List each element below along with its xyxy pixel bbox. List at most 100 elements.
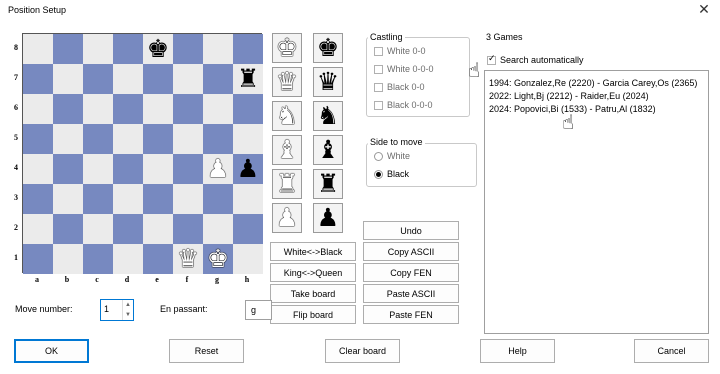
square-b2[interactable] — [53, 214, 83, 244]
square-b7[interactable] — [53, 64, 83, 94]
copy-ascii-button[interactable]: Copy ASCII — [363, 242, 459, 261]
white-queen-icon[interactable]: ♛ — [177, 244, 199, 274]
square-d8[interactable] — [113, 34, 143, 64]
palette-white-king[interactable]: ♚ — [272, 33, 302, 63]
square-a3[interactable] — [23, 184, 53, 214]
square-h2[interactable] — [233, 214, 263, 244]
square-b4[interactable] — [53, 154, 83, 184]
square-h4[interactable]: ♟ — [233, 154, 263, 184]
palette-white-bishop[interactable]: ♝ — [272, 135, 302, 165]
square-g6[interactable] — [203, 94, 233, 124]
square-b8[interactable] — [53, 34, 83, 64]
square-c6[interactable] — [83, 94, 113, 124]
square-a1[interactable] — [23, 244, 53, 274]
square-h1[interactable] — [233, 244, 263, 274]
square-h7[interactable]: ♜ — [233, 64, 263, 94]
move-number-value[interactable]: 1 — [104, 304, 109, 314]
checkbox-icon[interactable] — [374, 46, 383, 56]
take-board-button[interactable]: Take board — [270, 284, 356, 303]
list-item[interactable]: 2022: Light,Bj (2212) - Raider,Eu (2024) — [489, 91, 649, 101]
square-d2[interactable] — [113, 214, 143, 244]
checkbox-checked-icon[interactable]: ✓ — [487, 54, 496, 65]
square-d5[interactable] — [113, 124, 143, 154]
search-automatically-checkbox[interactable]: ✓ Search automatically — [487, 54, 584, 65]
radio-icon[interactable] — [374, 151, 383, 161]
castling-black-short[interactable]: Black 0-0 — [374, 82, 425, 92]
en-passant-field[interactable]: g — [245, 300, 272, 320]
chess-board[interactable]: ♚ ♜ ♟ ♟ ♛ ♚ — [22, 33, 263, 274]
square-c8[interactable] — [83, 34, 113, 64]
square-c7[interactable] — [83, 64, 113, 94]
square-f7[interactable] — [173, 64, 203, 94]
ok-button[interactable]: OK — [14, 339, 89, 363]
paste-ascii-button[interactable]: Paste ASCII — [363, 284, 459, 303]
square-a5[interactable] — [23, 124, 53, 154]
white-king-icon[interactable]: ♚ — [207, 244, 229, 274]
square-f1[interactable]: ♛ — [173, 244, 203, 274]
square-b3[interactable] — [53, 184, 83, 214]
square-g8[interactable] — [203, 34, 233, 64]
castling-white-long[interactable]: White 0-0-0 — [374, 64, 434, 74]
square-e2[interactable] — [143, 214, 173, 244]
square-b1[interactable] — [53, 244, 83, 274]
palette-white-pawn[interactable]: ♟ — [272, 203, 302, 233]
square-b5[interactable] — [53, 124, 83, 154]
checkbox-icon[interactable] — [374, 64, 383, 74]
square-b6[interactable] — [53, 94, 83, 124]
checkbox-icon[interactable] — [374, 82, 383, 92]
square-a7[interactable] — [23, 64, 53, 94]
paste-fen-button[interactable]: Paste FEN — [363, 305, 459, 324]
square-a6[interactable] — [23, 94, 53, 124]
close-icon[interactable]: ✕ — [694, 1, 714, 17]
square-f5[interactable] — [173, 124, 203, 154]
palette-black-bishop[interactable]: ♝ — [313, 135, 343, 165]
square-c3[interactable] — [83, 184, 113, 214]
square-g4[interactable]: ♟ — [203, 154, 233, 184]
spin-arrows-icon[interactable]: ▲ ▼ — [122, 300, 133, 320]
palette-black-king[interactable]: ♚ — [313, 33, 343, 63]
square-d1[interactable] — [113, 244, 143, 274]
square-f6[interactable] — [173, 94, 203, 124]
undo-button[interactable]: Undo — [363, 221, 459, 240]
square-g2[interactable] — [203, 214, 233, 244]
palette-white-queen[interactable]: ♛ — [272, 67, 302, 97]
square-d7[interactable] — [113, 64, 143, 94]
square-d6[interactable] — [113, 94, 143, 124]
white-black-swap-button[interactable]: White<->Black — [270, 242, 356, 261]
black-pawn-icon[interactable]: ♟ — [237, 154, 259, 184]
square-e5[interactable] — [143, 124, 173, 154]
square-g7[interactable] — [203, 64, 233, 94]
square-c4[interactable] — [83, 154, 113, 184]
square-e1[interactable] — [143, 244, 173, 274]
palette-white-rook[interactable]: ♜ — [272, 169, 302, 199]
copy-fen-button[interactable]: Copy FEN — [363, 263, 459, 282]
castling-white-short[interactable]: White 0-0 — [374, 46, 426, 56]
square-g5[interactable] — [203, 124, 233, 154]
square-e7[interactable] — [143, 64, 173, 94]
radio-selected-icon[interactable] — [374, 169, 383, 179]
square-d4[interactable] — [113, 154, 143, 184]
square-h5[interactable] — [233, 124, 263, 154]
square-d3[interactable] — [113, 184, 143, 214]
palette-black-rook[interactable]: ♜ — [313, 169, 343, 199]
reset-button[interactable]: Reset — [169, 339, 244, 363]
square-h6[interactable] — [233, 94, 263, 124]
square-e8[interactable]: ♚ — [143, 34, 173, 64]
black-king-icon[interactable]: ♚ — [147, 34, 169, 64]
square-e3[interactable] — [143, 184, 173, 214]
castling-black-long[interactable]: Black 0-0-0 — [374, 100, 433, 110]
square-g3[interactable] — [203, 184, 233, 214]
square-g1[interactable]: ♚ — [203, 244, 233, 274]
square-c2[interactable] — [83, 214, 113, 244]
square-c5[interactable] — [83, 124, 113, 154]
square-h8[interactable] — [233, 34, 263, 64]
list-item[interactable]: 1994: Gonzalez,Re (2220) - Garcia Carey,… — [489, 78, 697, 88]
cancel-button[interactable]: Cancel — [634, 339, 709, 363]
square-a4[interactable] — [23, 154, 53, 184]
palette-white-knight[interactable]: ♞ — [272, 101, 302, 131]
square-f8[interactable] — [173, 34, 203, 64]
side-white-radio[interactable]: White — [374, 151, 410, 161]
square-f2[interactable] — [173, 214, 203, 244]
palette-black-knight[interactable]: ♞ — [313, 101, 343, 131]
square-c1[interactable] — [83, 244, 113, 274]
